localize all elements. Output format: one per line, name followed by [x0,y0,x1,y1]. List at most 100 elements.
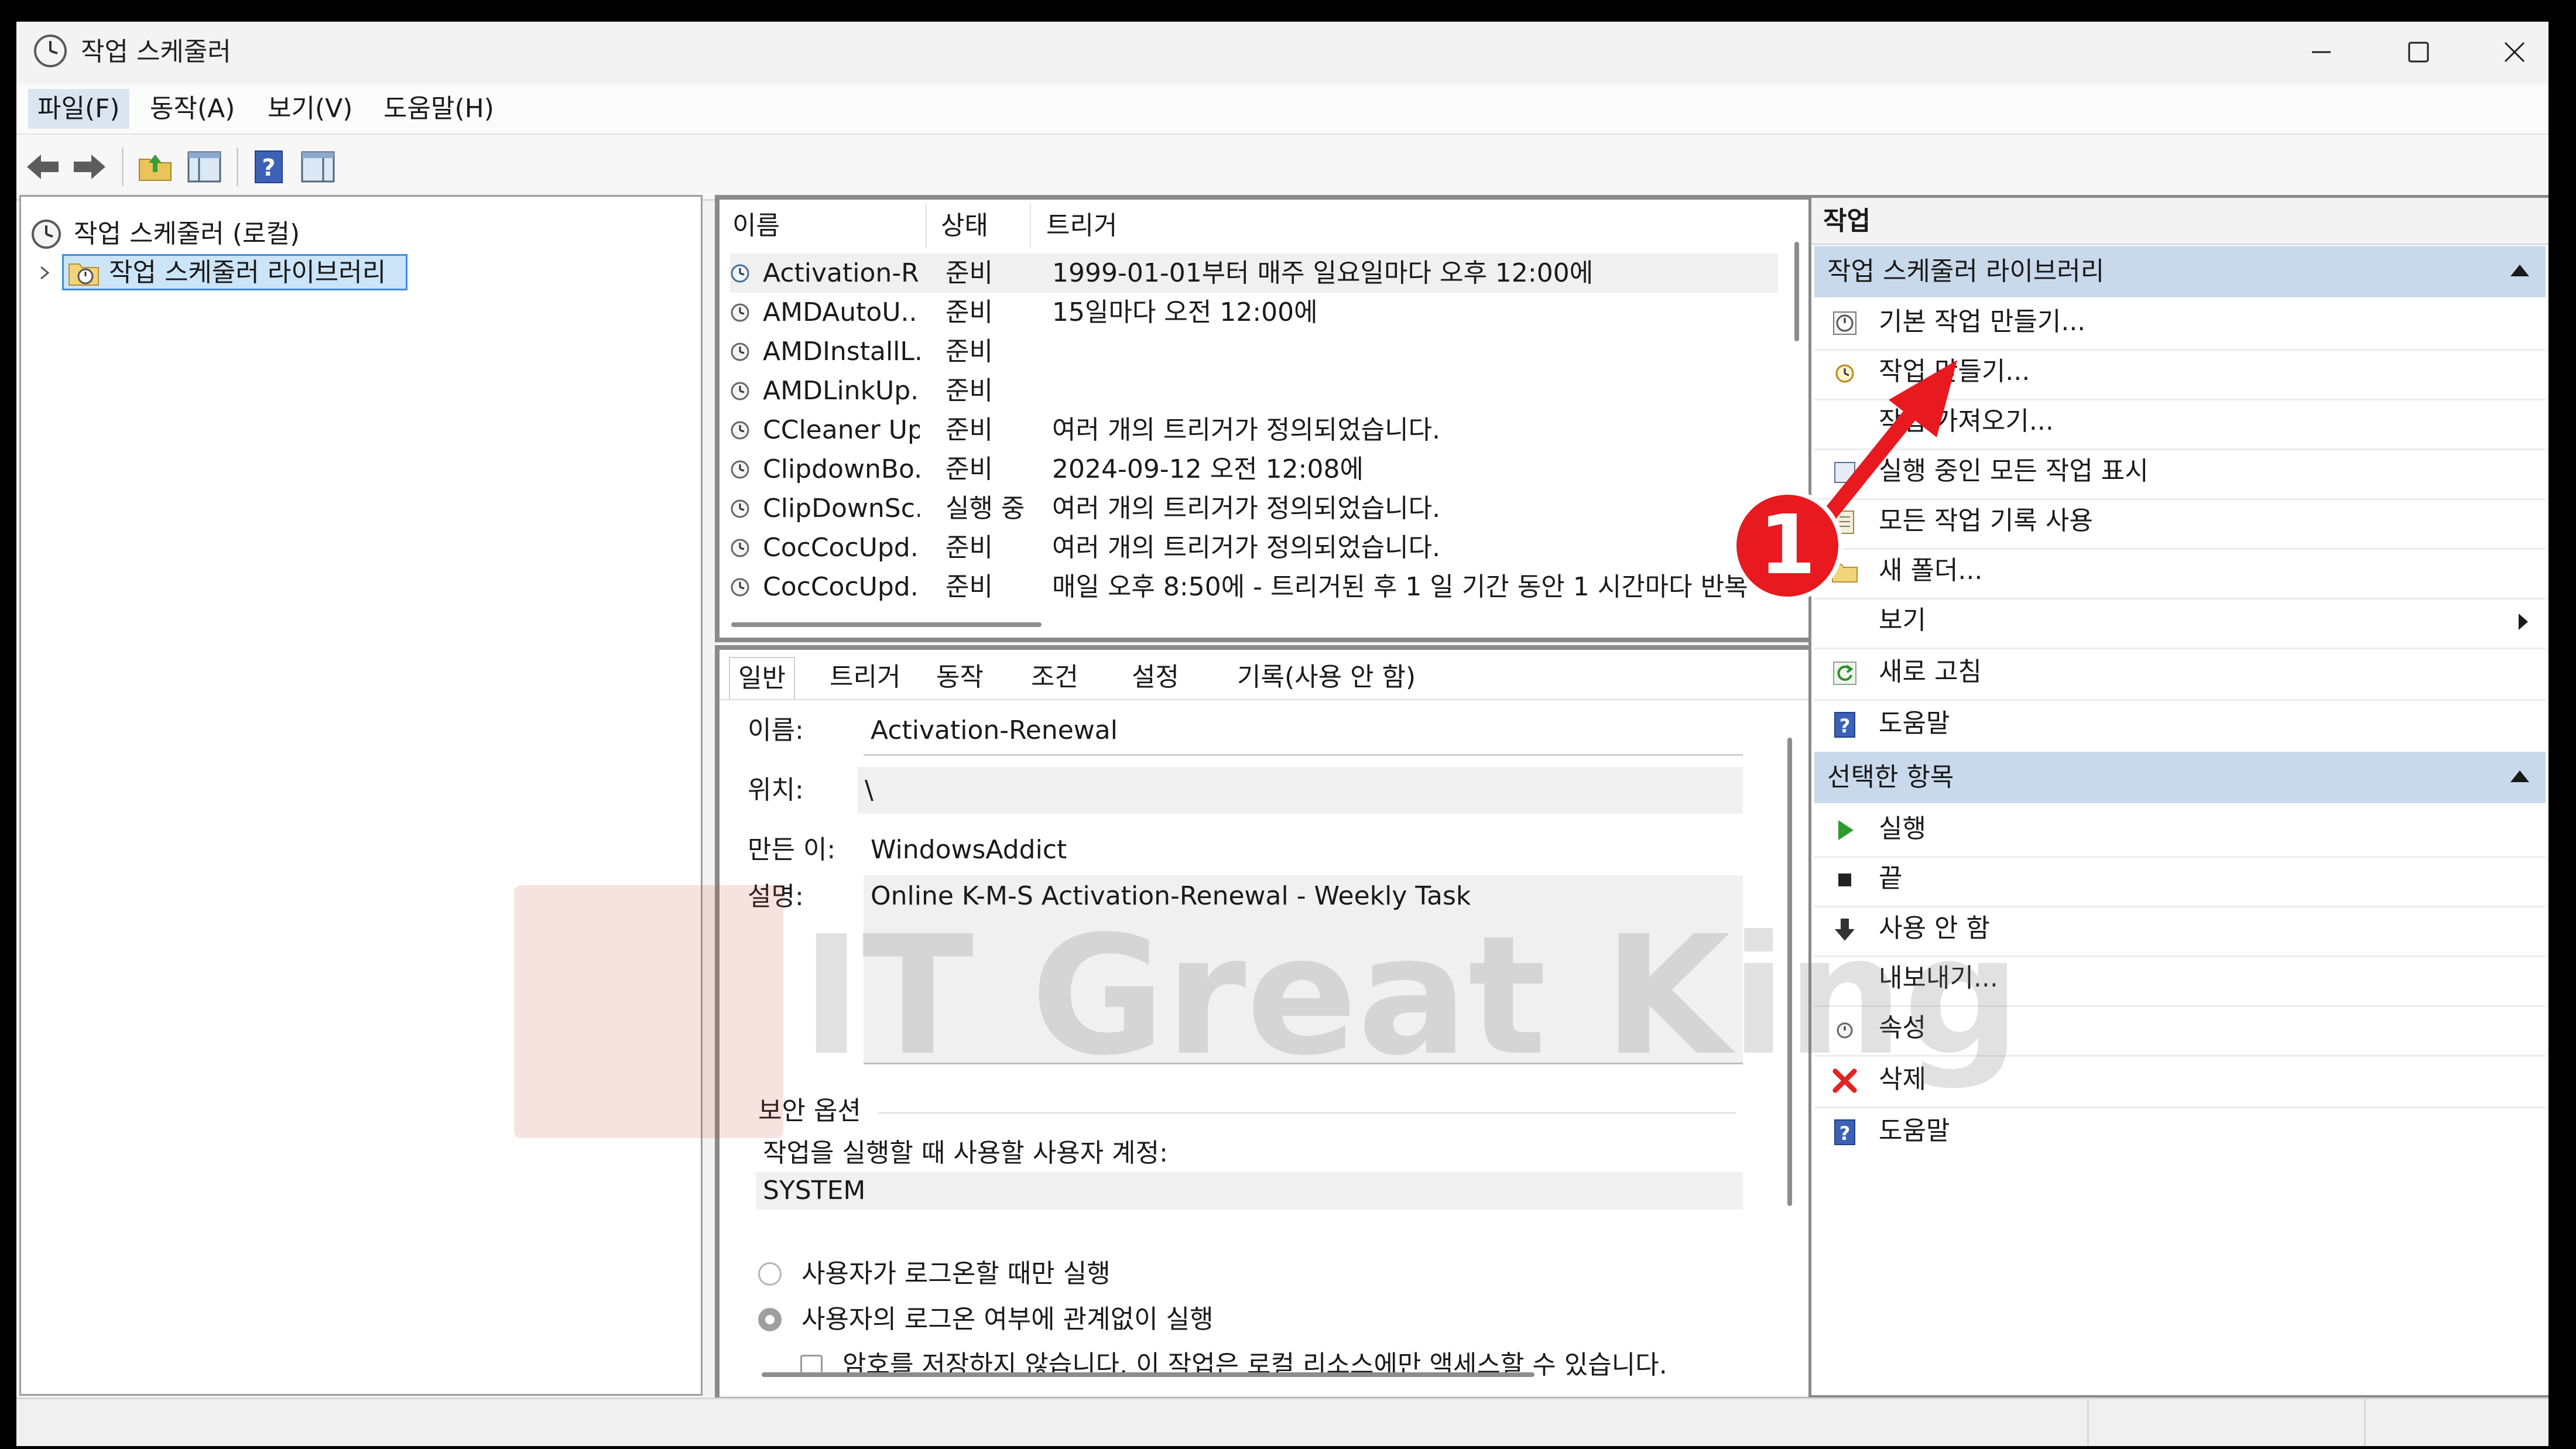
task-status: 준비 [946,297,993,327]
task-name: ClipdownBo... [763,454,920,484]
status-bar [16,1397,2548,1446]
action-label: 도움말 [1879,1116,1950,1146]
menu-action[interactable]: 동작(A) [141,89,244,129]
tab-general[interactable]: 일반 [729,657,795,699]
help-icon: ? [1831,711,1859,739]
vertical-scrollbar[interactable] [1794,242,1799,341]
table-row[interactable]: ClipDownSc... 실행 중 여러 개의 트리거가 정의되었습니다. [730,489,1778,528]
folder-up-icon[interactable] [137,149,173,185]
security-options-header: 보안 옵션 [758,1096,861,1126]
tree-root-label: 작업 스케줄러 (로컬) [74,219,300,249]
task-status: 준비 [946,258,993,288]
radio-whether-logged-on[interactable] [758,1308,782,1331]
actions-header: 작업 [1811,198,2548,245]
column-separator[interactable] [1030,203,1031,249]
divider [878,1112,1736,1114]
close-button[interactable] [2479,29,2548,76]
help-icon: ? [1831,1118,1859,1146]
radio-logon-only[interactable] [758,1262,782,1286]
disable-icon [1831,916,1859,944]
maximize-button[interactable] [2383,29,2454,76]
horizontal-scrollbar[interactable] [762,1372,1534,1377]
tab-history[interactable]: 기록(사용 안 함) [1237,657,1416,698]
section-header-selected[interactable]: 선택한 항목 [1814,752,2546,803]
collapse-caret-icon[interactable] [2510,770,2529,782]
table-row[interactable]: ClipdownBo... 준비 2024-09-12 오전 12:08에 [730,450,1778,489]
collapse-caret-icon[interactable] [2510,265,2529,276]
account-label: 작업을 실행할 때 사용할 사용자 계정: [763,1138,1168,1168]
task-icon [731,264,749,283]
task-status: 준비 [946,572,993,602]
clock-app-icon [34,35,67,67]
action-label: 속성 [1879,1013,1926,1043]
table-row[interactable]: AMDLinkUp... 준비 [730,371,1778,410]
task-icon [731,539,749,557]
detail-tabs: 일반 트리거 동작 조건 설정 기록(사용 안 함) [720,650,1812,700]
action-end[interactable]: 끝 [1814,854,2546,907]
action-refresh[interactable]: 새로 고침 [1814,648,2546,701]
section-header-library[interactable]: 작업 스케줄러 라이브러리 [1814,246,2546,297]
help-icon[interactable]: ? [251,149,287,185]
column-header-status[interactable]: 상태 [941,203,988,249]
author-field: WindowsAddict [864,827,1743,873]
task-scheduler-window: 작업 스케줄러 파일(F) 동작(A) 보기(V) 도움말(H) ? 작업 스케… [16,22,2548,1446]
status-separator [2364,1399,2366,1446]
column-separator[interactable] [926,203,927,249]
name-field[interactable]: Activation-Renewal [864,707,1743,756]
task-trigger: 여러 개의 트리거가 정의되었습니다. [1052,533,1441,563]
horizontal-scrollbar[interactable] [731,622,1042,627]
table-row[interactable]: CocCocUpd... 준비 매일 오후 8:50에 - 트리거된 후 1 일… [730,567,1778,607]
table-row[interactable]: AMDInstallL... 준비 [730,332,1778,371]
action-properties[interactable]: 속성 [1814,1003,2546,1057]
table-row[interactable]: CocCocUpd... 준비 여러 개의 트리거가 정의되었습니다. [730,528,1778,567]
task-name: AMDAutoU... [763,297,920,327]
tab-actions[interactable]: 동작 [936,657,984,698]
toolbar: ? [16,135,2548,201]
radio-whether-logged-on-label: 사용자의 로그온 여부에 관계없이 실행 [801,1304,1214,1334]
description-field[interactable]: Online K-M-S Activation-Renewal - Weekly… [864,875,1743,1064]
chevron-right-icon[interactable] [36,265,53,281]
task-rows: Activation-R... 준비 1999-01-01부터 매주 일요일마다… [720,254,1812,616]
task-icon [731,499,749,518]
tab-triggers[interactable]: 트리거 [830,657,900,698]
annotation-step-badge: 1 [1732,490,1843,601]
action-help-library[interactable]: ? 도움말 [1814,699,2546,751]
menu-view[interactable]: 보기(V) [258,89,362,129]
task-status: 준비 [946,533,993,563]
action-disable[interactable]: 사용 안 함 [1814,904,2546,957]
action-export[interactable]: 내보내기... [1814,954,2546,1007]
action-delete[interactable]: 삭제 [1814,1055,2546,1108]
back-arrow-icon[interactable] [25,149,61,185]
column-header-trigger[interactable]: 트리거 [1046,203,1117,249]
tab-conditions[interactable]: 조건 [1031,657,1078,698]
vertical-scrollbar[interactable] [1787,738,1792,1206]
forward-arrow-icon[interactable] [71,149,108,185]
task-name: ClipDownSc... [763,494,920,523]
minimize-button[interactable] [2286,29,2356,76]
action-run[interactable]: 실행 [1814,804,2546,858]
folder-clock-icon [68,263,99,286]
title-bar[interactable]: 작업 스케줄러 [16,22,2548,84]
tab-settings[interactable]: 설정 [1132,657,1179,698]
svg-text:?: ? [262,155,275,181]
menu-file[interactable]: 파일(F) [28,89,129,129]
task-icon [731,342,749,361]
action-help-selected[interactable]: ? 도움말 [1814,1107,2546,1158]
do-not-store-password-label: 암호를 저장하지 않습니다. 이 작업은 로컬 리소스에만 액세스할 수 있습니… [842,1350,1667,1380]
show-hide-action-pane-icon[interactable] [300,149,336,185]
task-trigger: 1999-01-01부터 매주 일요일마다 오후 12:00에 [1052,258,1594,288]
table-row[interactable]: CCleaner Up... 준비 여러 개의 트리거가 정의되었습니다. [730,410,1778,450]
table-row[interactable]: Activation-R... 준비 1999-01-01부터 매주 일요일마다… [730,254,1778,293]
task-name: Activation-R... [763,258,920,288]
column-header-name[interactable]: 이름 [732,203,780,249]
action-label: 삭제 [1879,1064,1926,1094]
menu-help[interactable]: 도움말(H) [374,89,503,129]
table-row[interactable]: AMDAutoU... 준비 15일마다 오전 12:00에 [730,293,1778,332]
maximize-icon [2408,42,2429,63]
action-create-basic-task[interactable]: 기본 작업 만들기... [1814,297,2546,351]
task-status: 준비 [946,454,993,484]
show-hide-console-tree-icon[interactable] [186,149,222,185]
task-icon [731,382,749,400]
delete-icon [1831,1067,1859,1095]
account-field: SYSTEM [756,1172,1743,1210]
